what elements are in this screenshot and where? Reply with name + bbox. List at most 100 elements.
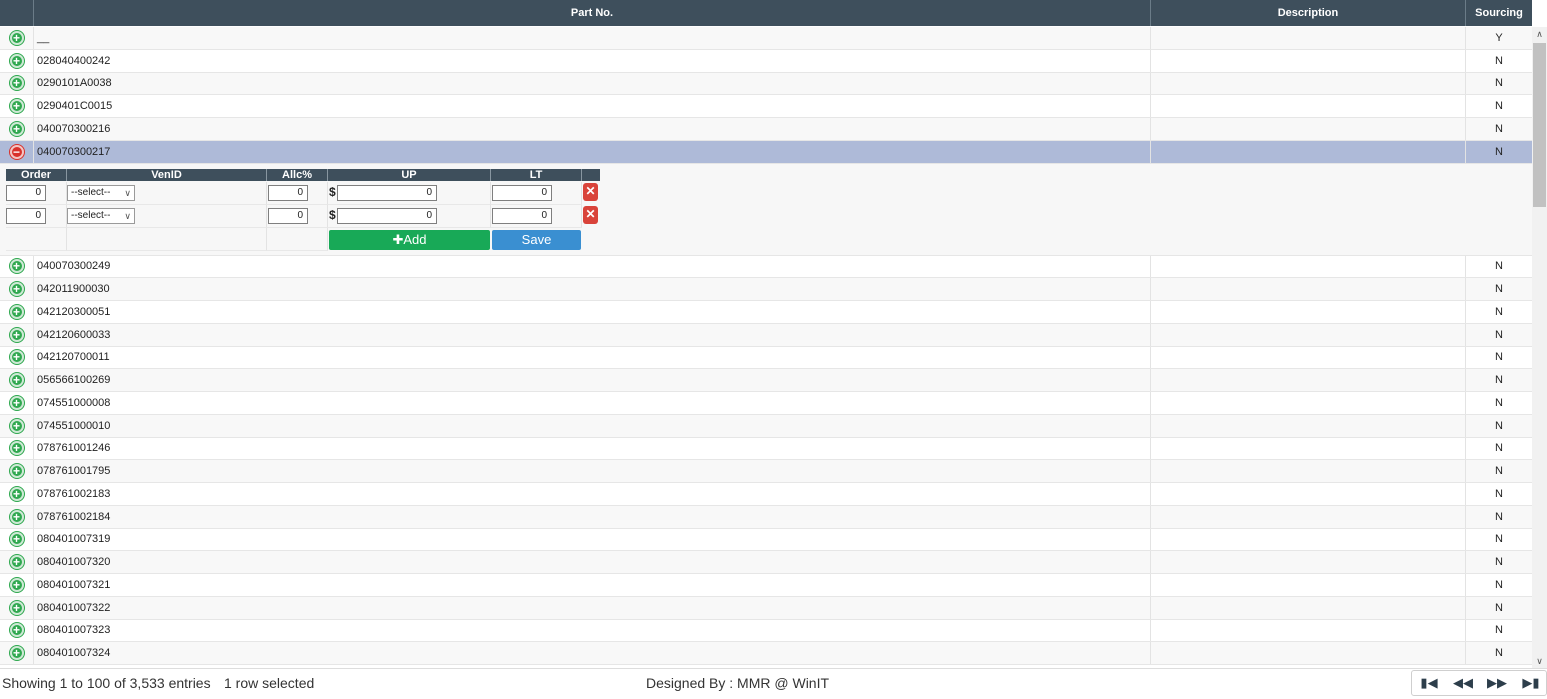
table-row[interactable]: +042120600033 N xyxy=(0,323,1532,347)
sourcing-cell: N xyxy=(1495,374,1503,387)
table-row[interactable]: +042120700011 N xyxy=(0,346,1532,370)
venid-select[interactable]: --select-- ∨ xyxy=(67,207,135,224)
last-page-icon[interactable]: ▶▮ xyxy=(1514,671,1547,695)
plus-circle-icon[interactable]: + xyxy=(9,418,24,433)
entries-info: Showing 1 to 100 of 3,533 entries xyxy=(2,675,211,691)
table-row[interactable]: + 028040400242 N xyxy=(0,49,1532,73)
allc-input[interactable]: 0 xyxy=(268,207,308,224)
header-sourcing[interactable]: Sourcing xyxy=(1466,0,1532,26)
previous-page-icon[interactable]: ◀◀ xyxy=(1446,671,1480,695)
table-row[interactable]: +074551000010 N xyxy=(0,414,1532,438)
lt-input[interactable]: 0 xyxy=(492,207,552,224)
table-row[interactable]: +080401007320 N xyxy=(0,551,1532,574)
part-no-cell: 042011900030 xyxy=(34,278,1151,300)
venid-select[interactable]: --select-- ∨ xyxy=(67,184,135,201)
currency-symbol: $ xyxy=(329,184,336,199)
plus-circle-icon[interactable]: + xyxy=(9,304,24,319)
description-cell xyxy=(1151,437,1466,460)
plus-circle-icon[interactable]: + xyxy=(9,464,24,479)
table-row[interactable]: + __ Y xyxy=(0,27,1532,50)
up-input[interactable]: 0 xyxy=(337,184,437,201)
table-row[interactable]: +056566100269 N xyxy=(0,369,1532,392)
scroll-down-icon[interactable]: ∨ xyxy=(1532,654,1547,668)
plus-circle-icon[interactable]: + xyxy=(9,350,24,365)
header-part-no[interactable]: Part No. xyxy=(34,0,1151,26)
plus-circle-icon[interactable]: + xyxy=(9,76,24,91)
order-input[interactable]: 0 xyxy=(6,184,46,201)
table-row[interactable]: +042120300051 N xyxy=(0,301,1532,324)
allc-input[interactable]: 0 xyxy=(268,184,308,201)
header-expand-col xyxy=(0,0,34,26)
plus-circle-icon[interactable]: + xyxy=(9,532,24,547)
table-row[interactable]: +042011900030 N xyxy=(0,278,1532,301)
vendor-detail-panel: Order VenID Allc% UP LT 0 --select-- ∨ 0… xyxy=(0,163,1532,256)
table-row[interactable]: +078761001246 N xyxy=(0,437,1532,461)
scroll-up-icon[interactable]: ∧ xyxy=(1532,27,1547,41)
description-cell xyxy=(1151,574,1466,596)
table-row[interactable]: +078761001795 N xyxy=(0,460,1532,483)
description-cell xyxy=(1151,49,1466,72)
sourcing-cell: N xyxy=(1495,351,1503,364)
close-icon: ✕ xyxy=(585,206,596,221)
minus-circle-icon[interactable]: − xyxy=(9,144,24,159)
plus-circle-icon[interactable]: + xyxy=(9,259,24,274)
add-vendor-button[interactable]: ✚Add xyxy=(329,229,490,250)
part-no-cell: 056566100269 xyxy=(34,369,1151,391)
header-description[interactable]: Description xyxy=(1151,0,1466,26)
part-no-cell: 040070300216 xyxy=(34,118,1151,140)
part-no-cell: 0290401C0015 xyxy=(34,95,1151,117)
plus-circle-icon[interactable]: + xyxy=(9,282,24,297)
remove-row-button[interactable]: ✕ xyxy=(583,182,598,201)
remove-row-button[interactable]: ✕ xyxy=(583,205,598,224)
vertical-scrollbar[interactable]: ∧ ∨ xyxy=(1532,27,1547,668)
plus-circle-icon[interactable]: + xyxy=(9,486,24,501)
table-row[interactable]: +074551000008 N xyxy=(0,392,1532,415)
description-cell xyxy=(1151,505,1466,528)
table-row[interactable]: +080401007323 N xyxy=(0,619,1532,643)
plus-circle-icon[interactable]: + xyxy=(9,373,24,388)
save-button[interactable]: Save xyxy=(492,229,581,250)
scrollbar-thumb[interactable] xyxy=(1533,43,1546,207)
table-row[interactable]: +078761002183 N xyxy=(0,483,1532,506)
table-row[interactable]: +080401007324 N xyxy=(0,642,1532,665)
part-no-cell: 080401007323 xyxy=(34,619,1151,642)
sourcing-cell: N xyxy=(1495,260,1503,273)
table-row[interactable]: + 0290101A0038 N xyxy=(0,72,1532,96)
sourcing-cell: N xyxy=(1495,77,1503,90)
table-row[interactable]: +080401007322 N xyxy=(0,596,1532,620)
plus-circle-icon[interactable]: + xyxy=(9,121,24,136)
table-row[interactable]: +040070300249 N xyxy=(0,255,1532,279)
lt-input[interactable]: 0 xyxy=(492,184,552,201)
up-input[interactable]: 0 xyxy=(337,207,437,224)
table-row[interactable]: + 0290401C0015 N xyxy=(0,95,1532,118)
chevron-down-icon: ∨ xyxy=(124,210,131,221)
plus-circle-icon[interactable]: + xyxy=(9,577,24,592)
venid-select-value: --select-- xyxy=(71,186,111,198)
plus-circle-icon[interactable]: + xyxy=(9,600,24,615)
plus-circle-icon[interactable]: + xyxy=(9,53,24,68)
table-row[interactable]: +080401007319 N xyxy=(0,528,1532,552)
subheader-up: UP xyxy=(328,168,491,181)
plus-circle-icon[interactable]: + xyxy=(9,555,24,570)
sourcing-cell: N xyxy=(1495,100,1503,113)
table-row[interactable]: + 040070300216 N xyxy=(0,118,1532,141)
table-row[interactable]: +080401007321 N xyxy=(0,574,1532,597)
plus-circle-icon[interactable]: + xyxy=(9,623,24,638)
order-input[interactable]: 0 xyxy=(6,207,46,224)
next-page-icon[interactable]: ▶▶ xyxy=(1480,671,1514,695)
sourcing-cell: N xyxy=(1495,122,1503,135)
sourcing-cell: N xyxy=(1495,442,1503,455)
plus-circle-icon[interactable]: + xyxy=(9,327,24,342)
plus-circle-icon[interactable]: + xyxy=(9,646,24,661)
plus-circle-icon[interactable]: + xyxy=(9,30,24,45)
first-page-icon[interactable]: ▮◀ xyxy=(1412,671,1446,695)
plus-circle-icon[interactable]: + xyxy=(9,509,24,524)
plus-circle-icon[interactable]: + xyxy=(9,99,24,114)
part-no-cell: 042120700011 xyxy=(34,346,1151,369)
selected-table-row[interactable]: − 040070300217 N xyxy=(0,140,1532,164)
part-no-cell: 042120600033 xyxy=(34,323,1151,346)
plus-circle-icon[interactable]: + xyxy=(9,441,24,456)
table-row[interactable]: +078761002184 N xyxy=(0,505,1532,529)
part-no-cell: 040070300249 xyxy=(34,255,1151,278)
plus-circle-icon[interactable]: + xyxy=(9,395,24,410)
